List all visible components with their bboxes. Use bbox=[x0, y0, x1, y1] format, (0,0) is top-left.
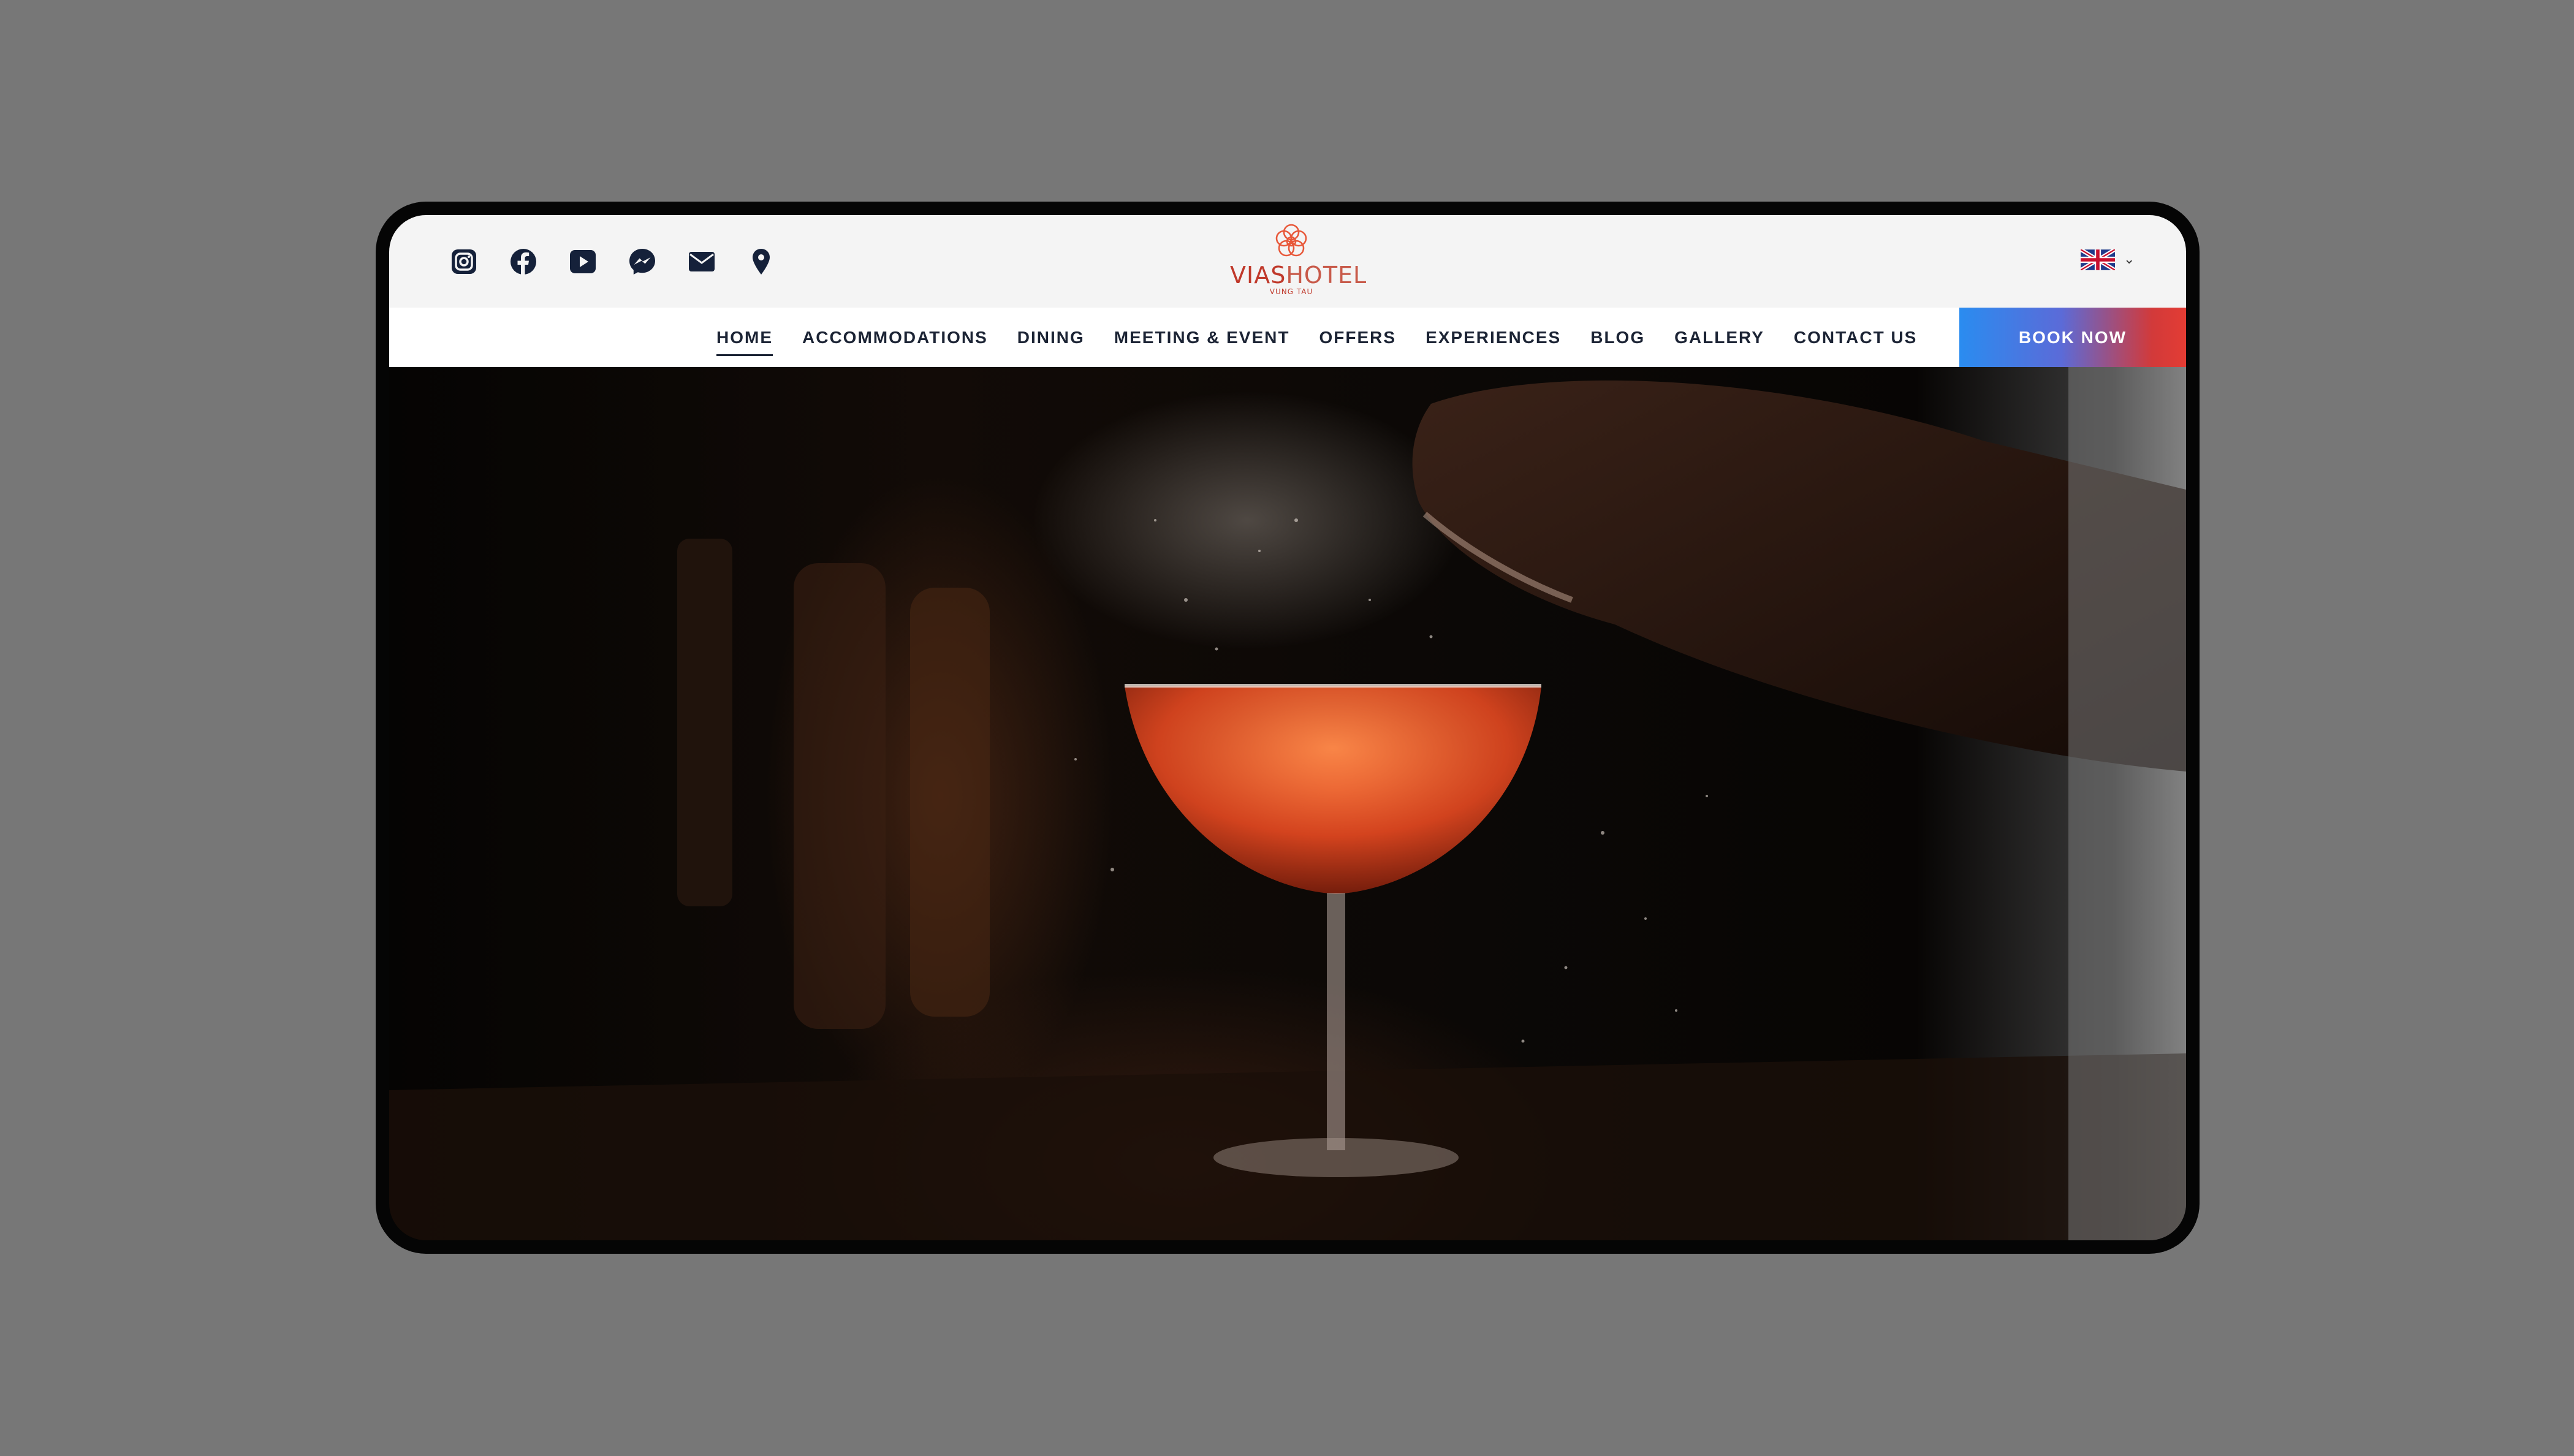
language-selector[interactable]: ⌄ bbox=[2081, 249, 2135, 270]
flower-logo-icon bbox=[1275, 224, 1307, 257]
brand-part-2: HOTEL bbox=[1286, 262, 1367, 289]
nav-item-meeting-event[interactable]: MEETING & EVENT bbox=[1114, 323, 1290, 352]
main-navigation: HOME ACCOMMODATIONS DINING MEETING & EVE… bbox=[389, 308, 2186, 367]
hero-image bbox=[389, 367, 2186, 1240]
nav-item-experiences[interactable]: EXPERIENCES bbox=[1426, 323, 1561, 352]
nav-item-accommodations[interactable]: ACCOMMODATIONS bbox=[802, 323, 988, 352]
nav-links: HOME ACCOMMODATIONS DINING MEETING & EVE… bbox=[716, 308, 1946, 367]
nav-item-dining[interactable]: DINING bbox=[1017, 323, 1085, 352]
cocktail-photo bbox=[389, 367, 2186, 1240]
nav-item-blog[interactable]: BLOG bbox=[1590, 323, 1645, 352]
browser-screen: VIASHOTEL VUNG TAU ⌄ HOME ACCOMMODATIONS… bbox=[389, 215, 2186, 1240]
hotel-logo[interactable]: VIASHOTEL VUNG TAU bbox=[1230, 224, 1366, 303]
nav-item-offers[interactable]: OFFERS bbox=[1319, 323, 1397, 352]
instagram-icon[interactable] bbox=[448, 246, 480, 278]
chevron-down-icon: ⌄ bbox=[2124, 252, 2135, 267]
device-frame: VIASHOTEL VUNG TAU ⌄ HOME ACCOMMODATIONS… bbox=[376, 202, 2200, 1254]
book-now-button[interactable]: BOOK NOW bbox=[1959, 308, 2186, 367]
messenger-icon[interactable] bbox=[626, 246, 658, 278]
brand-location: VUNG TAU bbox=[1269, 287, 1313, 296]
nav-item-home[interactable]: HOME bbox=[716, 323, 773, 356]
nav-item-contact-us[interactable]: CONTACT US bbox=[1794, 323, 1917, 352]
brand-name: VIASHOTEL bbox=[1230, 262, 1366, 289]
nav-item-gallery[interactable]: GALLERY bbox=[1674, 323, 1764, 352]
youtube-icon[interactable] bbox=[567, 246, 599, 278]
map-pin-icon[interactable] bbox=[745, 246, 777, 278]
social-links bbox=[448, 243, 805, 280]
uk-flag-icon bbox=[2081, 249, 2115, 270]
brand-part-1: VIAS bbox=[1230, 262, 1286, 289]
facebook-icon[interactable] bbox=[507, 246, 539, 278]
top-bar: VIASHOTEL VUNG TAU ⌄ bbox=[389, 215, 2186, 308]
email-icon[interactable] bbox=[686, 246, 718, 278]
